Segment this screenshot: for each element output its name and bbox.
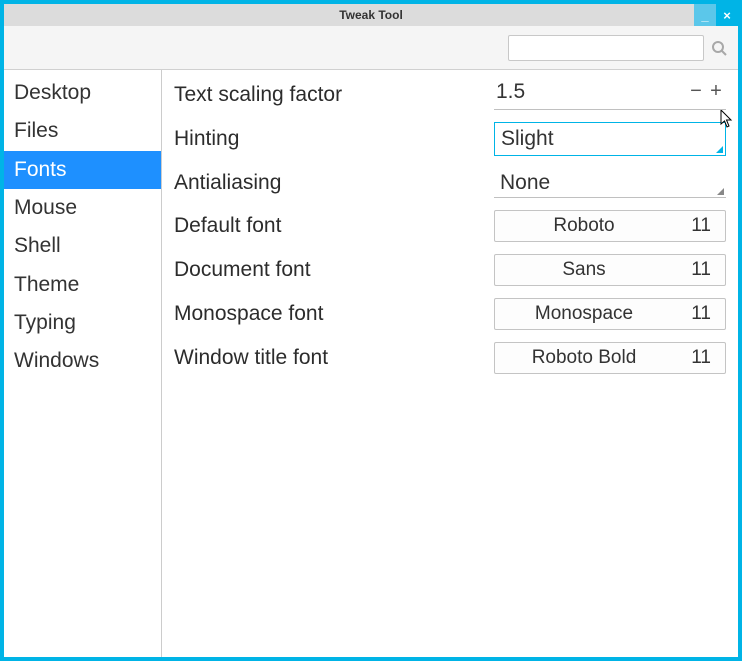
label-hinting: Hinting [174,127,494,151]
antialiasing-value: None [500,171,550,195]
row-antialiasing: Antialiasing None [174,168,726,198]
sidebar-item-theme[interactable]: Theme [4,266,161,304]
sidebar-item-fonts[interactable]: Fonts [4,151,161,189]
row-hinting: Hinting Slight [174,122,726,156]
label-default-font: Default font [174,214,494,238]
sidebar-item-typing[interactable]: Typing [4,304,161,342]
monospace-font-button[interactable]: Monospace 11 [494,298,726,330]
sidebar-item-mouse[interactable]: Mouse [4,189,161,227]
document-font-name: Sans [509,259,659,281]
antialiasing-combo[interactable]: None [494,168,726,198]
row-document-font: Document font Sans 11 [174,254,726,286]
app-window: Tweak Tool _ × Desktop Files Fonts Mouse… [0,0,742,661]
label-text-scaling: Text scaling factor [174,83,494,107]
row-default-font: Default font Roboto 11 [174,210,726,242]
label-window-title-font: Window title font [174,346,494,370]
window-title-font-button[interactable]: Roboto Bold 11 [494,342,726,374]
default-font-button[interactable]: Roboto 11 [494,210,726,242]
row-text-scaling: Text scaling factor 1.5 − + [174,80,726,110]
window-title: Tweak Tool [4,8,738,22]
default-font-size: 11 [683,215,711,237]
plus-icon[interactable]: + [706,80,726,102]
row-monospace-font: Monospace font Monospace 11 [174,298,726,330]
titlebar: Tweak Tool _ × [4,4,738,26]
window-title-font-name: Roboto Bold [509,347,659,369]
sidebar-item-shell[interactable]: Shell [4,227,161,265]
document-font-button[interactable]: Sans 11 [494,254,726,286]
monospace-font-size: 11 [683,303,711,325]
hinting-value: Slight [501,127,554,151]
text-scaling-value: 1.5 [494,80,686,104]
text-scaling-stepper[interactable]: 1.5 − + [494,80,726,110]
monospace-font-name: Monospace [509,303,659,325]
window-title-font-size: 11 [683,347,711,369]
sidebar: Desktop Files Fonts Mouse Shell Theme Ty… [4,70,162,657]
minus-icon[interactable]: − [686,80,706,102]
search-icon[interactable] [710,39,728,57]
toolbar [4,26,738,70]
sidebar-item-files[interactable]: Files [4,112,161,150]
content-panel: Text scaling factor 1.5 − + Hinting Slig… [162,70,738,657]
label-document-font: Document font [174,258,494,282]
default-font-name: Roboto [509,215,659,237]
label-antialiasing: Antialiasing [174,171,494,195]
sidebar-item-desktop[interactable]: Desktop [4,74,161,112]
label-monospace-font: Monospace font [174,302,494,326]
hinting-combo[interactable]: Slight [494,122,726,156]
sidebar-item-windows[interactable]: Windows [4,342,161,380]
row-window-title-font: Window title font Roboto Bold 11 [174,342,726,374]
main-body: Desktop Files Fonts Mouse Shell Theme Ty… [4,70,738,657]
search-input[interactable] [508,35,704,61]
document-font-size: 11 [683,259,711,281]
